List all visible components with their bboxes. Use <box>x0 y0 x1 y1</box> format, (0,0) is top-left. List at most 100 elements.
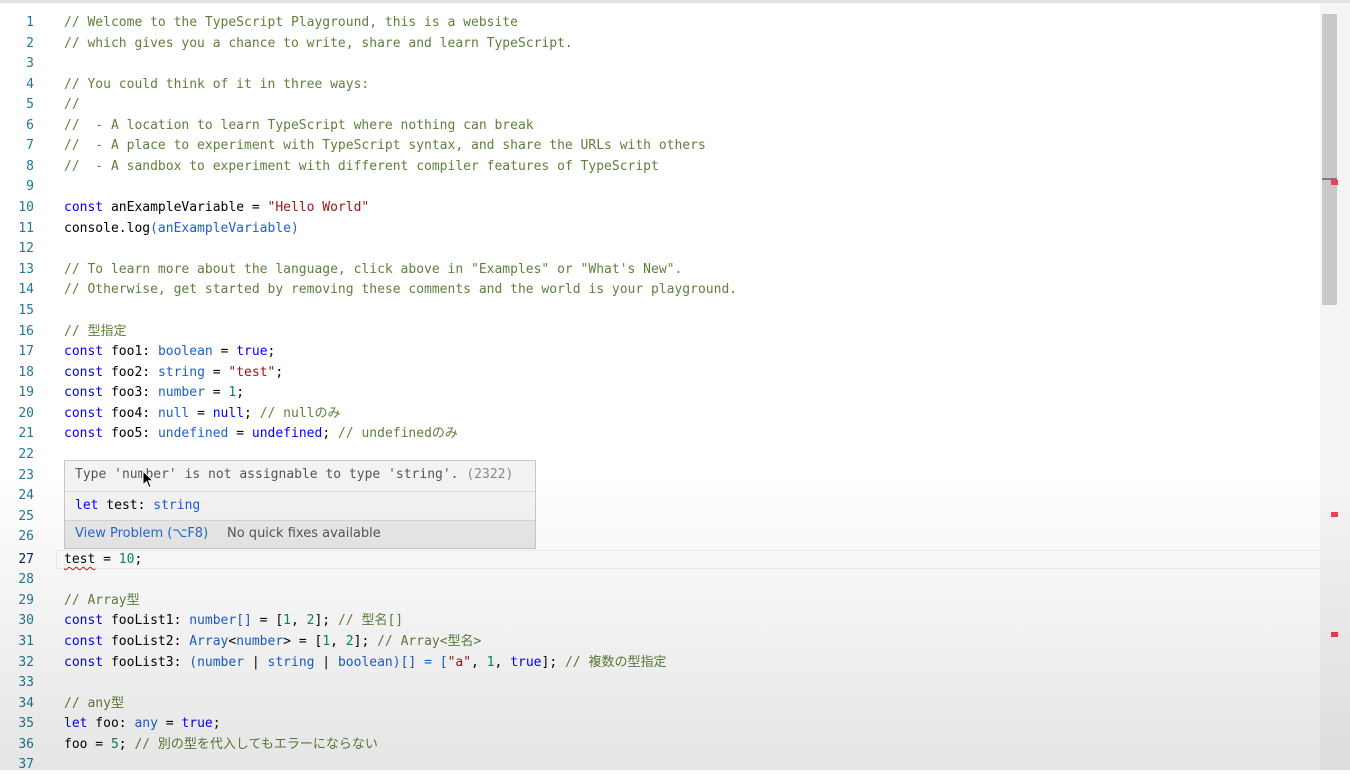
keyword: const <box>64 634 104 649</box>
type-annotation: string <box>267 655 315 670</box>
code-line[interactable]: const foo4: null = null; // nullのみ <box>64 404 341 424</box>
current-line-highlight <box>56 550 1337 569</box>
inline-comment: // nullのみ <box>259 406 341 421</box>
code-line[interactable]: // - A location to learn TypeScript wher… <box>64 116 534 136</box>
overview-error-marker[interactable] <box>1331 512 1338 517</box>
code-line[interactable]: const fooList1: number[] = [1, 2]; // 型名… <box>64 611 403 631</box>
type-annotation: number <box>236 634 284 649</box>
line-number: 26 <box>18 529 34 544</box>
line-number: 31 <box>18 634 34 649</box>
code-line[interactable]: // any型 <box>64 694 124 714</box>
line-number: 22 <box>18 447 34 462</box>
punctuation: , <box>330 634 346 649</box>
inline-comment: // undefinedのみ <box>337 426 458 441</box>
code-line[interactable]: const anExampleVariable = "Hello World" <box>64 198 369 218</box>
code-line[interactable]: // You could think of it in three ways: <box>64 75 369 95</box>
keyword: let <box>75 498 99 513</box>
no-quick-fixes-label: No quick fixes available <box>227 526 381 541</box>
code-line[interactable]: // - A sandbox to experiment with differ… <box>64 157 659 177</box>
code-line[interactable]: // which gives you a chance to write, sh… <box>64 34 573 54</box>
code-line[interactable]: const foo1: boolean = true; <box>64 342 275 362</box>
punctuation: , <box>291 613 307 628</box>
call-args: (anExampleVariable) <box>150 221 299 236</box>
type-annotation: number[] <box>189 613 252 628</box>
inline-comment: // 複数の型指定 <box>564 655 667 670</box>
code-line[interactable]: foo = 5; // 別の型を代入してもエラーにならない <box>64 735 378 755</box>
keyword: const <box>64 426 104 441</box>
string-literal: "test" <box>228 365 276 380</box>
code-line[interactable]: // Array型 <box>64 591 140 611</box>
literal: true <box>510 655 542 670</box>
line-number: 24 <box>18 488 34 503</box>
number-literal: 1 <box>486 655 495 670</box>
line-number: 13 <box>18 262 34 277</box>
operator: = <box>204 385 229 400</box>
line-number: 37 <box>18 757 34 772</box>
operator: = [ <box>291 634 323 649</box>
code-line[interactable]: const foo5: undefined = undefined; // un… <box>64 424 458 444</box>
string-literal: "Hello World" <box>267 200 370 215</box>
line-number: 18 <box>18 365 34 380</box>
line-number: 10 <box>18 200 34 215</box>
keyword: const <box>64 344 104 359</box>
line-number: 17 <box>18 344 34 359</box>
literal: true <box>236 344 268 359</box>
keyword: const <box>64 200 104 215</box>
line-number: 5 <box>26 97 34 112</box>
error-message-text: Type 'number' is not assignable to type … <box>75 467 459 482</box>
overview-error-marker[interactable] <box>1331 632 1338 637</box>
code-line[interactable]: const foo2: string = "test"; <box>64 363 283 383</box>
identifier: fooList1: <box>103 613 190 628</box>
error-code: (2322) <box>466 467 514 482</box>
punctuation: ; <box>236 385 245 400</box>
identifier: test: <box>98 498 154 513</box>
line-number: 2 <box>26 36 34 51</box>
line-number: 9 <box>26 179 34 194</box>
code-line[interactable]: // - A place to experiment with TypeScri… <box>64 136 706 156</box>
type-annotation: boolean <box>337 655 393 670</box>
operator: = [ <box>251 613 284 628</box>
type-annotation: number <box>197 655 245 670</box>
line-number: 33 <box>18 675 34 690</box>
line-number: 14 <box>18 282 34 297</box>
punctuation: ; <box>118 737 135 752</box>
code-line[interactable]: const foo3: number = 1; <box>64 383 244 403</box>
line-number: 36 <box>18 737 34 752</box>
line-number: 7 <box>26 138 34 153</box>
code-line[interactable]: // To learn more about the language, cli… <box>64 260 682 280</box>
operator: | <box>244 655 268 670</box>
code-line[interactable]: let foo: any = true; <box>64 714 221 734</box>
code-line[interactable]: console.log(anExampleVariable) <box>64 219 299 239</box>
keyword: const <box>64 655 104 670</box>
number-literal: 1 <box>322 634 331 649</box>
code-line-error[interactable]: test = 10; <box>64 550 142 570</box>
code-line[interactable]: // Otherwise, get started by removing th… <box>64 280 737 300</box>
code-line[interactable]: // Welcome to the TypeScript Playground,… <box>64 13 518 33</box>
code-editor[interactable]: 1 2 3 4 5 6 7 8 9 10 11 12 13 14 15 16 1… <box>0 3 1337 772</box>
line-number: 16 <box>18 324 34 339</box>
punctuation: ; <box>267 344 276 359</box>
type-annotation: null <box>157 406 190 421</box>
line-number: 8 <box>26 159 34 174</box>
operator: = <box>157 716 182 731</box>
line-number: 29 <box>18 593 34 608</box>
error-squiggle-variable[interactable]: test <box>64 552 95 567</box>
operator: = <box>189 406 213 421</box>
identifier: fooList2: <box>103 634 190 649</box>
code-line[interactable]: const fooList2: Array<number> = [1, 2]; … <box>64 632 481 652</box>
error-hover-widget: Type 'number' is not assignable to type … <box>64 460 536 549</box>
hover-status-bar: View Problem (⌥F8) No quick fixes availa… <box>65 520 535 548</box>
vertical-scrollbar-thumb[interactable] <box>1322 14 1337 305</box>
keyword: let <box>64 716 88 731</box>
type-annotation: string <box>157 365 205 380</box>
identifier: fooList3: <box>103 655 190 670</box>
code-line[interactable]: const fooList3: (number | string | boole… <box>64 653 666 673</box>
operator: = <box>95 552 119 567</box>
code-line[interactable]: // 型指定 <box>64 322 126 342</box>
code-line[interactable]: // <box>64 95 80 115</box>
mouse-pointer-icon <box>142 470 154 489</box>
overview-error-marker[interactable] <box>1331 180 1338 185</box>
string-literal: "a" <box>447 655 472 670</box>
inline-comment: // Array<型名> <box>377 634 482 649</box>
view-problem-link[interactable]: View Problem (⌥F8) <box>75 521 208 547</box>
